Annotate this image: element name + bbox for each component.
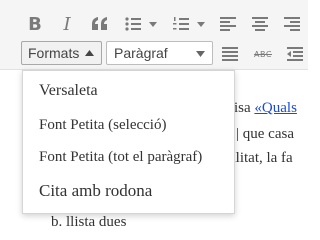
formats-button[interactable]: Formats (21, 41, 102, 65)
bullet-list-button[interactable] (123, 13, 159, 35)
menu-item-font-petita-paragraf[interactable]: Font Petita (tot el paràgraf) (39, 149, 202, 166)
align-left-button[interactable] (219, 14, 237, 34)
italic-button[interactable]: I (58, 13, 76, 35)
formats-button-label: Formats (28, 45, 80, 61)
quote-icon (92, 17, 107, 30)
numbered-list-icon (173, 17, 205, 30)
numbered-list-button[interactable] (171, 13, 207, 35)
align-right-button[interactable] (283, 14, 301, 34)
menu-item-versaleta[interactable]: Versaleta (39, 82, 98, 100)
caret-down-icon (196, 51, 205, 57)
align-left-icon (220, 17, 236, 31)
editor-line-2: | que casa (236, 126, 294, 142)
formats-dropdown-menu: Versaleta Font Petita (selecció) Font Pe… (22, 70, 235, 214)
outdent-icon (287, 47, 303, 61)
menu-item-cita-amb-rodona[interactable]: Cita amb rodona (39, 181, 152, 201)
blockquote-button[interactable] (89, 14, 111, 34)
editor-line-3: alitat, la fa (229, 150, 293, 166)
editor-link[interactable]: «Quals (254, 100, 297, 116)
editor-toolbar: B I Formats Paràgraf ABC (0, 0, 308, 70)
align-center-button[interactable] (251, 14, 269, 34)
justify-icon (222, 47, 238, 61)
justify-button[interactable] (221, 45, 239, 63)
bullet-list-icon (125, 17, 157, 31)
menu-item-font-petita-seleccio[interactable]: Font Petita (selecció) (39, 117, 166, 134)
paragraph-format-value: Paràgraf (114, 45, 168, 61)
align-right-icon (284, 17, 300, 31)
editor-list-item: b. llista dues (51, 214, 127, 230)
strikethrough-button[interactable]: ABC (251, 45, 275, 63)
outdent-button[interactable] (286, 45, 304, 63)
align-center-icon (252, 17, 268, 31)
bold-button[interactable]: B (26, 13, 44, 35)
caret-up-icon (85, 50, 95, 56)
paragraph-format-select[interactable]: Paràgraf (106, 41, 213, 65)
